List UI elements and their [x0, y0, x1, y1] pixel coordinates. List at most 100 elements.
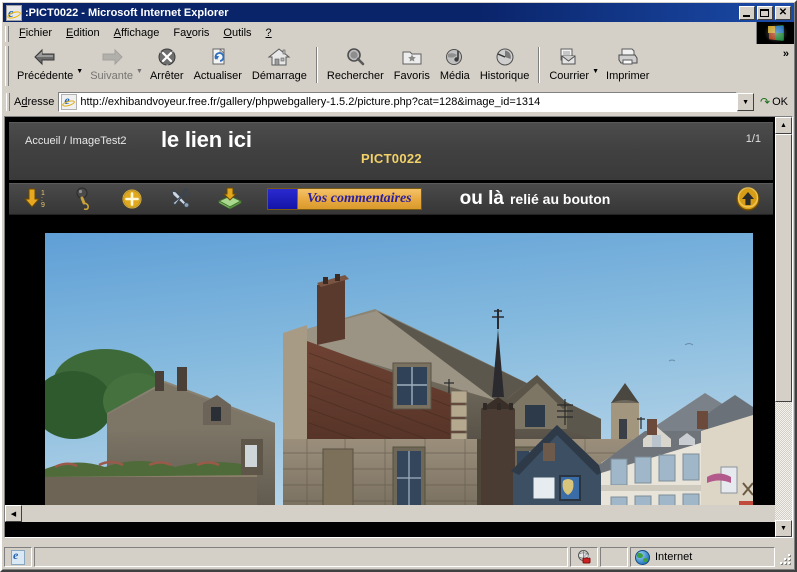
status-zone-panel[interactable]: Internet: [630, 547, 775, 567]
search-button[interactable]: Rechercher: [322, 44, 389, 86]
address-drag-handle[interactable]: [6, 93, 10, 111]
close-button[interactable]: ✕: [775, 5, 791, 20]
svg-text:9: 9: [41, 202, 45, 209]
photo-container[interactable]: [45, 233, 753, 522]
media-button-label: Média: [439, 70, 470, 82]
ie-animated-logo: [756, 22, 794, 44]
mail-button[interactable]: Courrier: [544, 44, 594, 86]
horizontal-scroll-track[interactable]: [22, 505, 777, 522]
breadcrumb[interactable]: Accueil / ImageTest2: [25, 135, 127, 147]
hint-text-secondary: relié au bouton: [509, 191, 611, 207]
menu-item-fichier[interactable]: Fichier: [12, 25, 59, 42]
status-page-icon-panel: e: [4, 547, 32, 567]
menu-item-help[interactable]: ?: [259, 25, 279, 42]
resize-grip[interactable]: [779, 553, 793, 567]
toolbar-overflow-button[interactable]: »: [783, 44, 794, 60]
refresh-icon: [206, 47, 230, 69]
history-button[interactable]: Historique: [475, 44, 535, 86]
menu-item-outils[interactable]: Outils: [216, 25, 258, 42]
menu-bar: Fichier Edition Affichage Favoris Outils…: [3, 22, 794, 44]
search-icon: [343, 47, 367, 69]
toolbar-drag-handle[interactable]: [5, 46, 9, 86]
address-bar: Adresse e http://exhibandvoyeur.free.fr/…: [3, 90, 794, 113]
hint-text: ou là relié au bouton: [460, 188, 611, 210]
back-arrow-icon: [33, 47, 57, 69]
page-title[interactable]: le lien ici: [161, 127, 252, 153]
picture-title: PICT0022: [361, 151, 422, 166]
print-button[interactable]: Imprimer: [601, 44, 654, 86]
gallery-action-bar: 1 : 9 Vos commentaires ou là relié au bo…: [9, 183, 773, 215]
window-title: :PICT0022 - Microsoft Internet Explorer: [25, 6, 229, 19]
print-button-label: Imprimer: [606, 70, 650, 82]
refresh-button[interactable]: Actualiser: [189, 44, 247, 86]
stop-icon: [155, 47, 179, 69]
mail-dropdown-arrow[interactable]: ▼: [592, 68, 599, 75]
scroll-up-button[interactable]: ▲: [775, 117, 792, 134]
favorites-button[interactable]: Favoris: [389, 44, 435, 86]
forward-button[interactable]: Suivante: [85, 44, 138, 86]
history-button-label: Historique: [479, 70, 530, 82]
tools-icon[interactable]: [167, 186, 197, 212]
main-toolbar: Précédente ▼ Suivante ▼ Arrêter Actualis…: [3, 44, 794, 89]
add-icon[interactable]: [119, 186, 149, 212]
address-input[interactable]: e http://exhibandvoyeur.free.fr/gallery/…: [58, 92, 738, 112]
ie-document-icon: e: [6, 4, 22, 21]
refresh-button-label: Actualiser: [193, 70, 242, 82]
forward-button-label: Suivante: [90, 70, 134, 82]
comments-button[interactable]: Vos commentaires: [267, 188, 422, 210]
download-icon[interactable]: [215, 186, 245, 212]
status-bar: e Internet: [4, 546, 793, 568]
gallery-header: Accueil / ImageTest2 le lien ici PICT002…: [9, 122, 773, 180]
web-page: Accueil / ImageTest2 le lien ici PICT002…: [5, 117, 777, 522]
ie-page-icon: e: [11, 548, 25, 565]
security-lock-icon: [576, 549, 592, 565]
go-arrow-icon: ↷: [760, 95, 771, 109]
go-button[interactable]: ↷ OK: [755, 95, 794, 109]
image-counter: 1/1: [745, 133, 761, 145]
browser-viewport: Accueil / ImageTest2 le lien ici PICT002…: [4, 116, 793, 538]
menu-item-edition[interactable]: Edition: [59, 25, 107, 42]
title-bar: e :PICT0022 - Microsoft Internet Explore…: [3, 3, 794, 22]
back-dropdown-arrow[interactable]: ▼: [76, 68, 83, 75]
sort-order-icon[interactable]: 1 : 9: [23, 186, 53, 212]
menu-item-affichage[interactable]: Affichage: [107, 25, 167, 42]
mail-icon: [557, 47, 581, 69]
scroll-down-button[interactable]: ▼: [775, 520, 792, 537]
up-arrow-icon[interactable]: [735, 186, 761, 212]
status-spacer-panel: [600, 547, 628, 567]
back-button-label: Précédente: [17, 70, 74, 82]
menu-item-favoris[interactable]: Favoris: [166, 25, 216, 42]
search-button-label: Rechercher: [326, 70, 384, 82]
status-zone-label: Internet: [655, 551, 693, 563]
comments-button-label: Vos commentaires: [298, 189, 421, 209]
vertical-scroll-thumb[interactable]: [775, 134, 792, 402]
horizontal-scrollbar[interactable]: ◀: [5, 505, 777, 522]
status-security-panel: [570, 547, 598, 567]
print-icon: [616, 47, 640, 69]
scroll-left-button[interactable]: ◀: [5, 505, 22, 522]
menu-drag-handle[interactable]: [5, 25, 9, 42]
media-button[interactable]: Média: [435, 44, 475, 86]
status-message: [34, 547, 568, 567]
slideshow-icon[interactable]: [71, 186, 101, 212]
address-label: Adresse: [14, 96, 55, 108]
vertical-scrollbar[interactable]: ▲ ▼: [775, 117, 792, 537]
toolbar-separator-1: [315, 47, 318, 83]
forward-dropdown-arrow[interactable]: ▼: [136, 68, 143, 75]
hint-text-primary: ou là: [459, 188, 504, 209]
go-button-label: OK: [772, 96, 788, 108]
favorites-button-label: Favoris: [393, 70, 430, 82]
gallery-photo[interactable]: [45, 233, 753, 522]
stop-button[interactable]: Arrêter: [145, 44, 189, 86]
media-icon: [443, 47, 467, 69]
minimize-button[interactable]: [739, 5, 755, 20]
vertical-scroll-track[interactable]: [775, 134, 792, 520]
stop-button-label: Arrêter: [149, 70, 184, 82]
home-button-label: Démarrage: [251, 70, 307, 82]
maximize-button[interactable]: [757, 5, 773, 20]
home-button[interactable]: Démarrage: [247, 44, 312, 86]
mail-button-label: Courrier: [549, 70, 590, 82]
address-dropdown-button[interactable]: ▼: [737, 93, 755, 111]
back-button[interactable]: Précédente: [12, 44, 78, 86]
internet-zone-globe-icon: [635, 549, 650, 565]
